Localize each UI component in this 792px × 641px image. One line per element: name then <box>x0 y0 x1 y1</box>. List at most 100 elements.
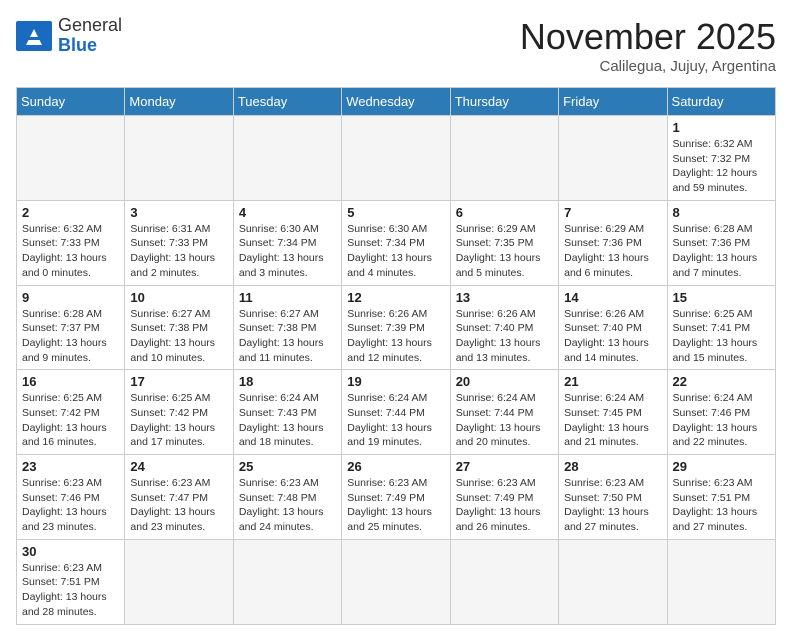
calendar-cell: 8 Sunrise: 6:28 AMSunset: 7:36 PMDaylight… <box>667 200 775 285</box>
day-number: 28 <box>564 459 661 474</box>
calendar-week-row: 2 Sunrise: 6:32 AMSunset: 7:33 PMDaylight… <box>17 200 776 285</box>
day-number: 9 <box>22 290 119 305</box>
day-info: Sunrise: 6:23 AMSunset: 7:48 PMDaylight:… <box>239 476 336 535</box>
calendar-cell <box>342 539 450 624</box>
day-info: Sunrise: 6:24 AMSunset: 7:44 PMDaylight:… <box>456 391 553 450</box>
calendar-cell: 9 Sunrise: 6:28 AMSunset: 7:37 PMDaylight… <box>17 285 125 370</box>
day-number: 22 <box>673 374 770 389</box>
day-number: 29 <box>673 459 770 474</box>
day-number: 11 <box>239 290 336 305</box>
calendar-cell <box>125 116 233 201</box>
day-number: 17 <box>130 374 227 389</box>
calendar-cell: 28 Sunrise: 6:23 AMSunset: 7:50 PMDayligh… <box>559 455 667 540</box>
calendar-cell: 19 Sunrise: 6:24 AMSunset: 7:44 PMDayligh… <box>342 370 450 455</box>
calendar-weekday-wednesday: Wednesday <box>342 88 450 116</box>
calendar-cell: 16Sunrise: 6:25 AMSunset: 7:42 PMDayligh… <box>17 370 125 455</box>
calendar-cell: 20 Sunrise: 6:24 AMSunset: 7:44 PMDayligh… <box>450 370 558 455</box>
calendar-cell: 23Sunrise: 6:23 AMSunset: 7:46 PMDayligh… <box>17 455 125 540</box>
day-info: Sunrise: 6:24 AMSunset: 7:43 PMDaylight:… <box>239 391 336 450</box>
day-info: Sunrise: 6:28 AMSunset: 7:36 PMDaylight:… <box>673 222 770 281</box>
day-number: 20 <box>456 374 553 389</box>
day-number: 5 <box>347 205 444 220</box>
day-info: Sunrise: 6:32 AMSunset: 7:33 PMDaylight:… <box>22 222 119 281</box>
calendar-cell: 5 Sunrise: 6:30 AMSunset: 7:34 PMDaylight… <box>342 200 450 285</box>
calendar-cell: 30 Sunrise: 6:23 AMSunset: 7:51 PMDayligh… <box>17 539 125 624</box>
day-number: 19 <box>347 374 444 389</box>
day-info: Sunrise: 6:30 AMSunset: 7:34 PMDaylight:… <box>347 222 444 281</box>
day-info: Sunrise: 6:23 AMSunset: 7:51 PMDaylight:… <box>22 561 119 620</box>
calendar-cell: 15 Sunrise: 6:25 AMSunset: 7:41 PMDayligh… <box>667 285 775 370</box>
day-number: 14 <box>564 290 661 305</box>
day-info: Sunrise: 6:27 AMSunset: 7:38 PMDaylight:… <box>130 307 227 366</box>
day-info: Sunrise: 6:32 AMSunset: 7:32 PMDaylight:… <box>673 137 770 196</box>
calendar-cell: 11Sunrise: 6:27 AMSunset: 7:38 PMDayligh… <box>233 285 341 370</box>
day-info: Sunrise: 6:26 AMSunset: 7:39 PMDaylight:… <box>347 307 444 366</box>
day-info: Sunrise: 6:30 AMSunset: 7:34 PMDaylight:… <box>239 222 336 281</box>
day-info: Sunrise: 6:23 AMSunset: 7:50 PMDaylight:… <box>564 476 661 535</box>
calendar-cell: 29 Sunrise: 6:23 AMSunset: 7:51 PMDayligh… <box>667 455 775 540</box>
day-number: 21 <box>564 374 661 389</box>
day-info: Sunrise: 6:28 AMSunset: 7:37 PMDaylight:… <box>22 307 119 366</box>
day-number: 10 <box>130 290 227 305</box>
day-number: 7 <box>564 205 661 220</box>
day-info: Sunrise: 6:29 AMSunset: 7:36 PMDaylight:… <box>564 222 661 281</box>
day-info: Sunrise: 6:25 AMSunset: 7:42 PMDaylight:… <box>22 391 119 450</box>
day-info: Sunrise: 6:23 AMSunset: 7:46 PMDaylight:… <box>22 476 119 535</box>
calendar-cell: 24 Sunrise: 6:23 AMSunset: 7:47 PMDayligh… <box>125 455 233 540</box>
calendar-cell <box>233 539 341 624</box>
calendar-cell <box>233 116 341 201</box>
calendar-weekday-sunday: Sunday <box>17 88 125 116</box>
calendar-cell: 17 Sunrise: 6:25 AMSunset: 7:42 PMDayligh… <box>125 370 233 455</box>
calendar-cell: 7 Sunrise: 6:29 AMSunset: 7:36 PMDaylight… <box>559 200 667 285</box>
day-info: Sunrise: 6:24 AMSunset: 7:44 PMDaylight:… <box>347 391 444 450</box>
logo-icon <box>16 21 52 51</box>
calendar-weekday-friday: Friday <box>559 88 667 116</box>
calendar-cell <box>559 116 667 201</box>
title-block: November 2025 Calilegua, Jujuy, Argentin… <box>520 16 776 75</box>
logo: General Blue <box>16 16 122 56</box>
calendar-cell: 25 Sunrise: 6:23 AMSunset: 7:48 PMDayligh… <box>233 455 341 540</box>
day-info: Sunrise: 6:24 AMSunset: 7:45 PMDaylight:… <box>564 391 661 450</box>
day-info: Sunrise: 6:23 AMSunset: 7:49 PMDaylight:… <box>347 476 444 535</box>
calendar-cell <box>125 539 233 624</box>
day-number: 26 <box>347 459 444 474</box>
day-info: Sunrise: 6:25 AMSunset: 7:42 PMDaylight:… <box>130 391 227 450</box>
calendar-cell <box>17 116 125 201</box>
calendar-weekday-tuesday: Tuesday <box>233 88 341 116</box>
day-info: Sunrise: 6:31 AMSunset: 7:33 PMDaylight:… <box>130 222 227 281</box>
calendar-cell: 26 Sunrise: 6:23 AMSunset: 7:49 PMDayligh… <box>342 455 450 540</box>
day-number: 24 <box>130 459 227 474</box>
day-number: 2 <box>22 205 119 220</box>
day-number: 6 <box>456 205 553 220</box>
calendar-cell: 14Sunrise: 6:26 AMSunset: 7:40 PMDayligh… <box>559 285 667 370</box>
calendar-cell <box>450 116 558 201</box>
day-number: 27 <box>456 459 553 474</box>
calendar-cell: 3Sunrise: 6:31 AMSunset: 7:33 PMDaylight… <box>125 200 233 285</box>
calendar-cell: 21 Sunrise: 6:24 AMSunset: 7:45 PMDayligh… <box>559 370 667 455</box>
day-number: 15 <box>673 290 770 305</box>
calendar-weekday-monday: Monday <box>125 88 233 116</box>
calendar-week-row: 16Sunrise: 6:25 AMSunset: 7:42 PMDayligh… <box>17 370 776 455</box>
calendar-week-row: 30 Sunrise: 6:23 AMSunset: 7:51 PMDayligh… <box>17 539 776 624</box>
calendar-cell: 12 Sunrise: 6:26 AMSunset: 7:39 PMDayligh… <box>342 285 450 370</box>
day-info: Sunrise: 6:23 AMSunset: 7:51 PMDaylight:… <box>673 476 770 535</box>
day-number: 8 <box>673 205 770 220</box>
calendar-weekday-thursday: Thursday <box>450 88 558 116</box>
calendar-cell: 22 Sunrise: 6:24 AMSunset: 7:46 PMDayligh… <box>667 370 775 455</box>
day-info: Sunrise: 6:23 AMSunset: 7:49 PMDaylight:… <box>456 476 553 535</box>
day-number: 25 <box>239 459 336 474</box>
day-info: Sunrise: 6:23 AMSunset: 7:47 PMDaylight:… <box>130 476 227 535</box>
day-info: Sunrise: 6:24 AMSunset: 7:46 PMDaylight:… <box>673 391 770 450</box>
day-info: Sunrise: 6:29 AMSunset: 7:35 PMDaylight:… <box>456 222 553 281</box>
day-number: 12 <box>347 290 444 305</box>
calendar-cell: 2 Sunrise: 6:32 AMSunset: 7:33 PMDaylight… <box>17 200 125 285</box>
day-number: 18 <box>239 374 336 389</box>
month-title: November 2025 <box>520 16 776 58</box>
calendar-week-row: 1Sunrise: 6:32 AMSunset: 7:32 PMDaylight… <box>17 116 776 201</box>
location-subtitle: Calilegua, Jujuy, Argentina <box>520 58 776 75</box>
calendar-cell: 18 Sunrise: 6:24 AMSunset: 7:43 PMDayligh… <box>233 370 341 455</box>
day-number: 30 <box>22 544 119 559</box>
day-info: Sunrise: 6:25 AMSunset: 7:41 PMDaylight:… <box>673 307 770 366</box>
calendar-week-row: 23Sunrise: 6:23 AMSunset: 7:46 PMDayligh… <box>17 455 776 540</box>
calendar-cell <box>667 539 775 624</box>
